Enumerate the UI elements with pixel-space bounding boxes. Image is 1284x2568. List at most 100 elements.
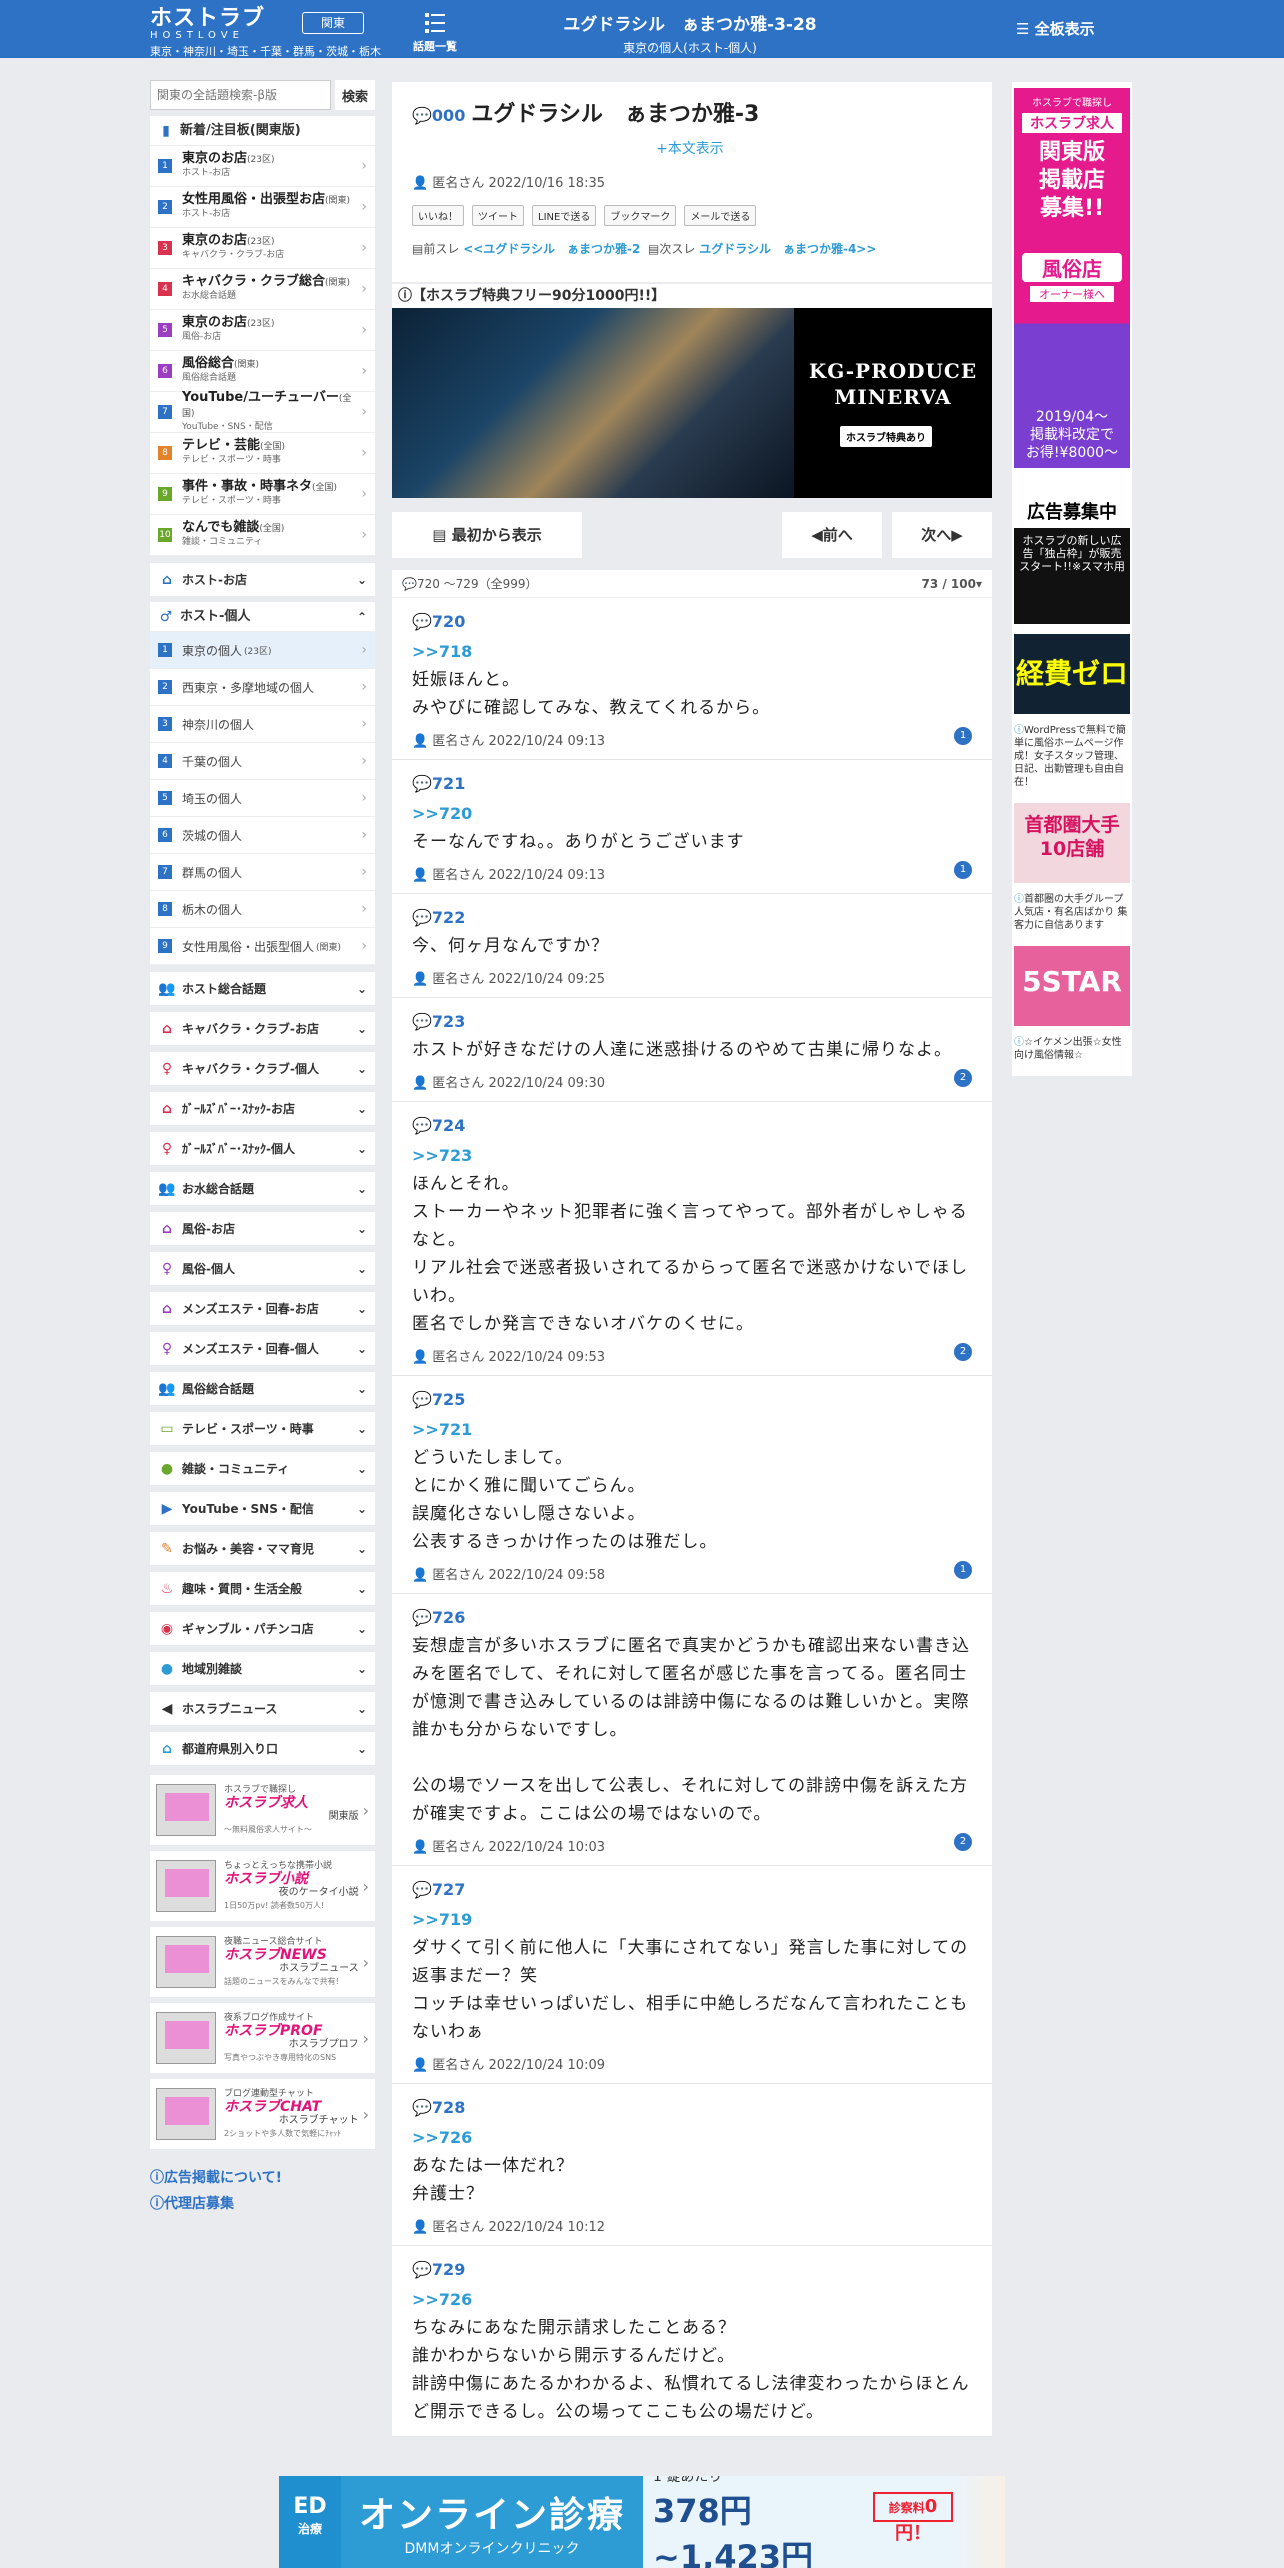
reply-count-badge[interactable]: 2 bbox=[954, 1343, 972, 1361]
post-reply-link[interactable]: >>726 bbox=[412, 2288, 972, 2312]
all-boards-button[interactable]: ☰ 全板表示 bbox=[1016, 18, 1095, 39]
post-number[interactable]: 💬722 bbox=[412, 906, 972, 930]
bottom-banner-ad[interactable]: ED 治療 オンライン診療 DMMオンラインクリニック 1 錠あたり 378円~1… bbox=[279, 2476, 1005, 2568]
board-item[interactable]: 3 神奈川の個人 › bbox=[150, 706, 375, 743]
keihi-zero-ad[interactable]: 経費ゼロ bbox=[1014, 634, 1130, 714]
promo-banner[interactable]: KG-PRODUCE MINERVA ホスラブ特典あり bbox=[392, 308, 992, 498]
ranking-item[interactable]: 9 事件・事故・時事ネタ(全国) テレビ・スポーツ・時事 › bbox=[150, 474, 375, 515]
board-name: 東京の個人 bbox=[182, 643, 243, 658]
next-page-button[interactable]: 次へ▶ bbox=[892, 512, 992, 558]
post-number[interactable]: 💬721 bbox=[412, 772, 972, 796]
region-button[interactable]: 関東 bbox=[302, 12, 364, 34]
category-item[interactable]: ⌂ キャバクラ・クラブ-お店 ⌄ bbox=[150, 1012, 375, 1045]
search-input[interactable] bbox=[150, 80, 331, 110]
reply-count-badge[interactable]: 1 bbox=[954, 1561, 972, 1579]
reply-count-badge[interactable]: 2 bbox=[954, 1069, 972, 1087]
category-item[interactable]: ◀ ホスラブニュース ⌄ bbox=[150, 1692, 375, 1725]
post-number[interactable]: 💬723 bbox=[412, 1010, 972, 1034]
category-item[interactable]: ✎ お悩み・美容・ママ育児 ⌄ bbox=[150, 1532, 375, 1565]
category-item[interactable]: ● 地域別雑談 ⌄ bbox=[150, 1652, 375, 1685]
category-item[interactable]: 👥 お水総合話題 ⌄ bbox=[150, 1172, 375, 1205]
post-number[interactable]: 💬725 bbox=[412, 1388, 972, 1412]
page-counter[interactable]: 73 / 100▾ bbox=[921, 570, 982, 597]
prev-thread-link[interactable]: <<ユグドラシル ぁまつか雅-2 bbox=[463, 242, 640, 256]
prev-page-button[interactable]: ◀前へ bbox=[782, 512, 882, 558]
host-individual-header[interactable]: ♂ ホスト-個人 ⌃ bbox=[150, 602, 375, 632]
category-item[interactable]: ♀ 風俗-個人 ⌄ bbox=[150, 1252, 375, 1285]
bookmark-button[interactable]: ブックマーク bbox=[604, 205, 677, 226]
promo-badge: ホスラブ特典あり bbox=[840, 426, 932, 447]
post-reply-link[interactable]: >>723 bbox=[412, 1144, 972, 1168]
post-number[interactable]: 💬728 bbox=[412, 2096, 972, 2120]
category-item[interactable]: ⌂ 風俗-お店 ⌄ bbox=[150, 1212, 375, 1245]
ranking-item[interactable]: 1 東京のお店(23区) ホスト-お店 › bbox=[150, 146, 375, 187]
category-host-shop[interactable]: ⌂ ホスト-お店 ⌄ bbox=[150, 563, 375, 596]
ranking-item[interactable]: 6 風俗総合(関東) 風俗総合話題 › bbox=[150, 351, 375, 392]
ranking-item[interactable]: 10 なんでも雑談(全国) 雑談・コミュニティ › bbox=[150, 515, 375, 556]
board-item[interactable]: 8 栃木の個人 › bbox=[150, 891, 375, 928]
board-item[interactable]: 5 埼玉の個人 › bbox=[150, 780, 375, 817]
category-item[interactable]: ⌂ 都道府県別入り口 ⌄ bbox=[150, 1732, 375, 1765]
agency-link[interactable]: ⓘ代理店募集 bbox=[150, 2193, 375, 2213]
post-number[interactable]: 💬724 bbox=[412, 1114, 972, 1138]
post-number[interactable]: 💬720 bbox=[412, 610, 972, 634]
category-item[interactable]: ⌂ メンズエステ・回春-お店 ⌄ bbox=[150, 1292, 375, 1325]
ad-info-link[interactable]: ⓘ広告掲載について! bbox=[150, 2167, 375, 2187]
board-item[interactable]: 9 女性用風俗・出張型個人 (関東) › bbox=[150, 928, 375, 965]
post-number[interactable]: 💬726 bbox=[412, 1606, 972, 1630]
line-share-button[interactable]: LINEで送る bbox=[532, 205, 597, 226]
category-item[interactable]: ♀ ｶﾞｰﾙｽﾞﾊﾞｰ･ｽﾅｯｸ-個人 ⌄ bbox=[150, 1132, 375, 1165]
category-item[interactable]: ● 雑談・コミュニティ ⌄ bbox=[150, 1452, 375, 1485]
category-item[interactable]: ♀ メンズエステ・回春-個人 ⌄ bbox=[150, 1332, 375, 1365]
category-item[interactable]: ▶ YouTube・SNS・配信 ⌄ bbox=[150, 1492, 375, 1525]
category-item[interactable]: ▭ テレビ・スポーツ・時事 ⌄ bbox=[150, 1412, 375, 1445]
category-item[interactable]: 👥 風俗総合話題 ⌄ bbox=[150, 1372, 375, 1405]
category-item[interactable]: ♨ 趣味・質問・生活全般 ⌄ bbox=[150, 1572, 375, 1605]
reply-count-badge[interactable]: 1 bbox=[954, 727, 972, 745]
reply-count-badge[interactable]: 1 bbox=[954, 861, 972, 879]
satellite-site-link[interactable]: ブログ連動型チャット ホスラブCHAT ホスラブチャット 2ショットや多人数で気軽にﾁ… bbox=[150, 2079, 375, 2149]
board-item[interactable]: 7 群馬の個人 › bbox=[150, 854, 375, 891]
first-page-button[interactable]: ▤ 最初から表示 bbox=[392, 512, 582, 558]
comment-icon: 💬 bbox=[412, 1116, 432, 1135]
post-number[interactable]: 💬729 bbox=[412, 2258, 972, 2282]
category-item[interactable]: ♀ キャバクラ・クラブ-個人 ⌄ bbox=[150, 1052, 375, 1085]
ranking-item[interactable]: 4 キャバクラ・クラブ総合(関東) お水総合話題 › bbox=[150, 269, 375, 310]
post-reply-link[interactable]: >>726 bbox=[412, 2126, 972, 2150]
post-reply-link[interactable]: >>718 bbox=[412, 640, 972, 664]
board-item[interactable]: 1 東京の個人 (23区) › bbox=[150, 632, 375, 669]
recruit-ad[interactable]: ホスラブで職探し ホスラブ求人 関東版 掲載店 募集!! 風俗店 オーナー様へ … bbox=[1014, 88, 1130, 468]
five-star-ad[interactable]: 5STAR bbox=[1014, 946, 1130, 1026]
ranking-item[interactable]: 2 女性用風俗・出張型お店(関東) ホスト-お店 › bbox=[150, 187, 375, 228]
mail-share-button[interactable]: メールで送る bbox=[684, 205, 757, 226]
facebook-like-button[interactable]: いいね！ bbox=[412, 205, 464, 226]
topics-button[interactable]: 話題一覧 bbox=[410, 10, 460, 54]
post-reply-link[interactable]: >>721 bbox=[412, 1418, 972, 1442]
category-item[interactable]: ◉ ギャンブル・パチンコ店 ⌄ bbox=[150, 1612, 375, 1645]
satellite-site-link[interactable]: 夜職ニュース総合サイト ホスラブNEWS ホスラブニュース 話題のニュースをみんなで共… bbox=[150, 1927, 375, 1997]
site-logo[interactable]: ホストラブ HOSTLOVE bbox=[150, 8, 265, 42]
post-reply-link[interactable]: >>719 bbox=[412, 1908, 972, 1932]
next-thread-link[interactable]: ユグドラシル ぁまつか雅-4>> bbox=[699, 242, 876, 256]
board-item[interactable]: 2 西東京・多摩地域の個人 › bbox=[150, 669, 375, 706]
ranking-item[interactable]: 5 東京のお店(23区) 風俗-お店 › bbox=[150, 310, 375, 351]
post-number[interactable]: 💬727 bbox=[412, 1878, 972, 1902]
show-body-link[interactable]: +本文表示 bbox=[656, 138, 724, 158]
ranking-item[interactable]: 7 YouTube/ユーチューバー(全国) YouTube・SNS・配信 › bbox=[150, 391, 375, 433]
post-reply-link[interactable]: >>720 bbox=[412, 802, 972, 826]
category-item[interactable]: 👥 ホスト総合話題 ⌄ bbox=[150, 972, 375, 1005]
tweet-button[interactable]: ツイート bbox=[472, 205, 524, 226]
ranking-item[interactable]: 8 テレビ・芸能(全国) テレビ・スポーツ・時事 › bbox=[150, 433, 375, 474]
satellite-site-link[interactable]: ちょっとえっちな携帯小説 ホスラブ小説 夜のケータイ小説 1日50万pv! 読者数50… bbox=[150, 1851, 375, 1921]
tokyo-group-ad[interactable]: 首都圏大手 10店舗 bbox=[1014, 803, 1130, 883]
ranking-item[interactable]: 3 東京のお店(23区) キャバクラ・クラブ-お店 › bbox=[150, 228, 375, 269]
reply-count-badge[interactable]: 2 bbox=[954, 1833, 972, 1851]
fee-badge: 診察料0円！ bbox=[873, 2492, 953, 2544]
search-button[interactable]: 検索 bbox=[335, 80, 375, 110]
satellite-site-link[interactable]: 夜系ブログ作成サイト ホスラブPROF ホスラブプロフ 写真やつぶやき専用特化のSNS… bbox=[150, 2003, 375, 2073]
satellite-site-link[interactable]: ホスラブで職探し ホスラブ求人 関東版 〜無料風俗求人サイト〜 › bbox=[150, 1775, 375, 1845]
board-item[interactable]: 6 茨城の個人 › bbox=[150, 817, 375, 854]
exclusive-ad[interactable]: 広告募集中 ホスラブの新しい広告「独占枠」が販売スタート!!※スマホ用 bbox=[1014, 478, 1130, 624]
board-item[interactable]: 4 千葉の個人 › bbox=[150, 743, 375, 780]
category-item[interactable]: ⌂ ｶﾞｰﾙｽﾞﾊﾞｰ･ｽﾅｯｸ-お店 ⌄ bbox=[150, 1092, 375, 1125]
